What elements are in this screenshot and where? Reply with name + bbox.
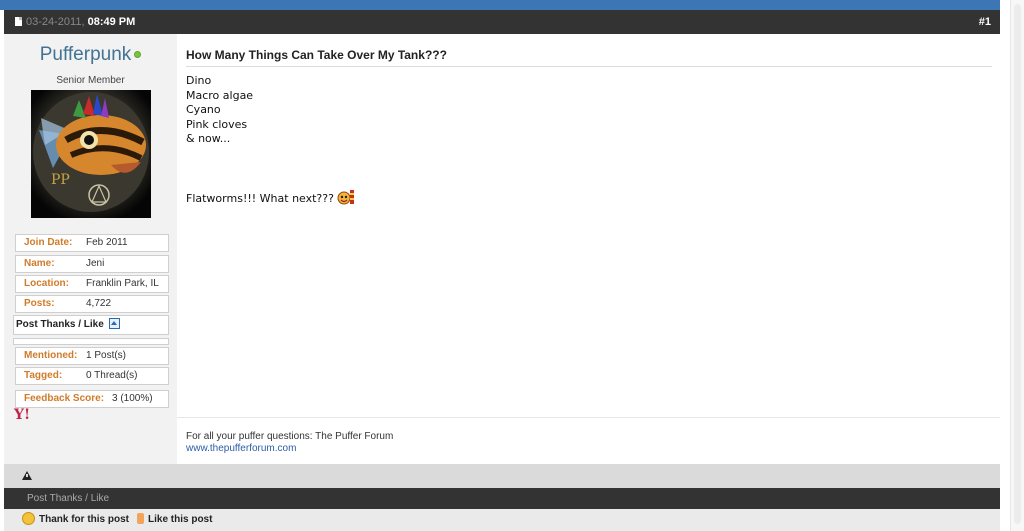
- thanks-like-bar-label: Post Thanks / Like: [27, 493, 110, 504]
- message-line: Dino: [186, 74, 212, 87]
- real-name-value: Jeni: [86, 258, 105, 269]
- thanks-like-bar: Post Thanks / Like: [4, 488, 1000, 509]
- real-name-row: Name: Jeni: [15, 255, 169, 273]
- signature-divider: [177, 417, 1000, 418]
- user-info-panel: Pufferpunk Senior Member PP Join Date: F…: [4, 34, 177, 464]
- thank-button-label: Thank for this post: [39, 514, 129, 525]
- document-icon: [15, 17, 22, 26]
- title-divider: [186, 66, 992, 67]
- post-thanks-label: Post Thanks / Like: [16, 319, 104, 330]
- like-button-label: Like this post: [148, 514, 213, 525]
- online-status-icon: [134, 51, 142, 59]
- posts-value: 4,722: [86, 298, 112, 309]
- like-thumb-icon: [137, 512, 144, 524]
- location-row: Location: Franklin Park, IL: [15, 275, 169, 293]
- signature-link[interactable]: www.thepufferforum.com: [186, 443, 393, 455]
- posts-label: Posts:: [24, 298, 55, 309]
- post-time: 08:49 PM: [87, 16, 136, 28]
- signature: For all your puffer questions: The Puffe…: [186, 431, 393, 455]
- posts-row: Posts: 4,722: [15, 295, 169, 313]
- like-button[interactable]: Like this post: [137, 509, 212, 531]
- message-closing-line: Flatworms!!! What next???: [186, 190, 355, 207]
- mentioned-label: Mentioned:: [24, 350, 78, 361]
- location-value: Franklin Park, IL: [86, 278, 159, 289]
- message-line: & now...: [186, 132, 231, 145]
- thanks-stats-area: [13, 338, 169, 345]
- post-message: Dino Macro algae Cyano Pink cloves & now…: [186, 74, 253, 147]
- message-line: Cyano: [186, 103, 221, 116]
- post-number-link[interactable]: #1: [979, 10, 991, 34]
- closing-text: Flatworms!!! What next???: [186, 192, 334, 205]
- feedback-label: Feedback Score:: [24, 393, 105, 404]
- mentioned-value[interactable]: 1 Post(s): [86, 348, 126, 364]
- username-link[interactable]: Pufferpunk: [4, 44, 177, 66]
- feedback-value[interactable]: 3 (100%): [112, 391, 153, 407]
- tagged-row: Tagged: 0 Thread(s): [15, 367, 169, 385]
- post-footer: [4, 464, 1000, 488]
- expand-up-icon[interactable]: [108, 317, 120, 329]
- thank-button[interactable]: Thank for this post: [22, 509, 129, 531]
- post-actions-bar: Thank for this post Like this post: [4, 509, 1000, 531]
- real-name-label: Name:: [24, 258, 55, 269]
- post-header: 03-24-2011, 08:49 PM #1: [4, 10, 1000, 34]
- avatar-image: PP: [31, 90, 151, 218]
- mentioned-row: Mentioned: 1 Post(s): [15, 347, 169, 365]
- location-label: Location:: [24, 278, 69, 289]
- page-scrollbar[interactable]: [1010, 0, 1024, 531]
- feedback-row: Feedback Score: 3 (100%): [15, 390, 169, 408]
- yahoo-messenger-icon[interactable]: Y!: [14, 407, 30, 423]
- scrollbar-thumb[interactable]: [1014, 4, 1021, 524]
- report-warning-icon[interactable]: [22, 471, 32, 480]
- crazy-smiley-icon: [337, 190, 355, 205]
- svg-text:PP: PP: [51, 172, 70, 188]
- top-accent-strip: [0, 0, 1000, 10]
- post-thanks-like-row[interactable]: Post Thanks / Like: [13, 315, 169, 335]
- post-body: How Many Things Can Take Over My Tank???…: [177, 34, 1000, 464]
- thank-smile-icon: [22, 511, 35, 525]
- forum-post: 03-24-2011, 08:49 PM #1 Pufferpunk Senio…: [4, 10, 1000, 531]
- post-date: 03-24-2011, 08:49 PM: [26, 16, 136, 28]
- message-line: Pink cloves: [186, 117, 248, 131]
- tagged-label: Tagged:: [24, 370, 63, 381]
- message-line: Macro algae: [186, 88, 254, 102]
- avatar[interactable]: PP: [31, 90, 151, 218]
- post-title: How Many Things Can Take Over My Tank???: [186, 48, 447, 62]
- signature-text: For all your puffer questions: The Puffe…: [186, 431, 394, 442]
- tagged-value[interactable]: 0 Thread(s): [86, 368, 138, 384]
- user-title: Senior Member: [56, 75, 125, 86]
- join-date-row: Join Date: Feb 2011: [15, 234, 169, 252]
- join-date-label: Join Date:: [24, 237, 73, 248]
- join-date-value: Feb 2011: [86, 237, 128, 248]
